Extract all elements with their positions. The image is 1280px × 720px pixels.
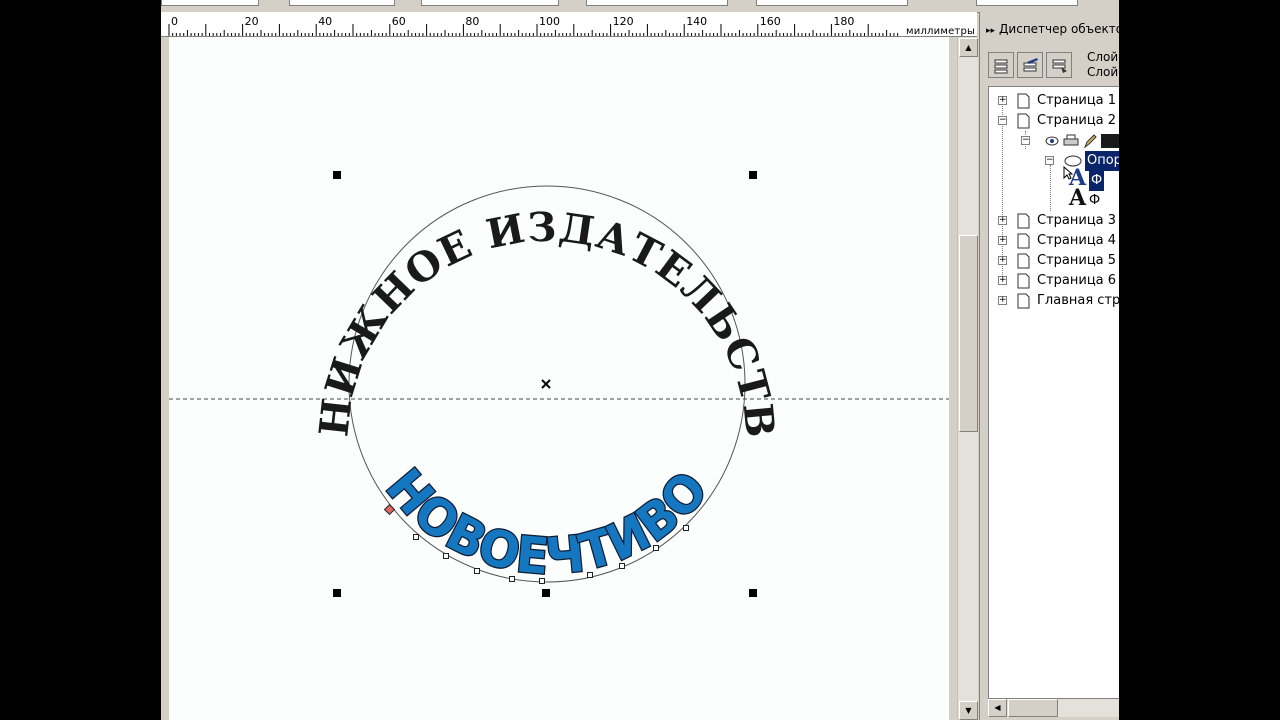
tree-node-label: Страница 4 — [1037, 233, 1117, 248]
expand-toggle[interactable]: + — [998, 256, 1007, 265]
page-icon — [1017, 113, 1030, 129]
page-icon — [1017, 93, 1030, 109]
artwork[interactable]: КНИЖНОЕ ИЗДАТЕЛЬСТВО НОВОЕЧТИВО — [169, 37, 949, 720]
selected-object-label: Опорн — [1085, 151, 1119, 171]
expand-toggle[interactable]: + — [998, 296, 1007, 305]
layer-manager-view-button[interactable] — [988, 52, 1014, 78]
text-node-marker[interactable] — [619, 563, 625, 569]
ruler-label: 40 — [318, 15, 332, 28]
expand-toggle[interactable]: + — [998, 96, 1007, 105]
scroll-down-button[interactable]: ▼ — [959, 701, 978, 720]
scroll-left-button[interactable]: ◀ — [988, 699, 1007, 717]
ruler-label: 20 — [245, 15, 259, 28]
printer-icon[interactable] — [1063, 134, 1079, 148]
property-field[interactable] — [976, 0, 1078, 6]
tree-node-label: Ф — [1089, 193, 1101, 208]
collapse-toggle[interactable]: − — [1045, 156, 1054, 165]
property-field[interactable] — [421, 0, 559, 6]
tree-node-layer[interactable]: − — [989, 131, 1119, 151]
property-field[interactable] — [161, 0, 259, 6]
collapse-toggle[interactable]: − — [1021, 136, 1030, 145]
vertical-scrollbar[interactable]: ▲ ▼ — [957, 37, 978, 720]
docker-title[interactable]: ▸▸ Диспетчер объектов — [986, 22, 1119, 36]
scroll-thumb[interactable] — [959, 235, 978, 432]
drawing-page[interactable]: КНИЖНОЕ ИЗДАТЕЛЬСТВО НОВОЕЧТИВО — [169, 37, 949, 720]
selection-handle[interactable] — [542, 589, 550, 597]
top-arc-text[interactable]: КНИЖНОЕ ИЗДАТЕЛЬСТВО — [169, 37, 784, 440]
selection-handle[interactable] — [749, 171, 757, 179]
expand-toggle[interactable]: + — [998, 276, 1007, 285]
docker-expand-icon[interactable]: ▸▸ — [986, 26, 995, 36]
property-field[interactable] — [289, 0, 395, 6]
scroll-up-button[interactable]: ▲ — [959, 38, 978, 57]
ruler-label: 0 — [171, 15, 178, 28]
object-properties-button[interactable] — [1046, 52, 1072, 78]
object-manager-docker: ▸▸ Диспетчер объектов Слой Слой + Страни… — [979, 12, 1119, 720]
expand-toggle[interactable]: + — [998, 236, 1007, 245]
layer-label: Слой — [1087, 50, 1119, 64]
object-properties-icon — [1052, 59, 1067, 73]
property-field[interactable] — [586, 0, 728, 6]
text-node-marker[interactable] — [653, 545, 659, 551]
text-node-marker[interactable] — [443, 553, 449, 559]
horizontal-ruler[interactable]: 0 20 40 60 80 100 120 140 160 180 миллиметры — [161, 12, 977, 37]
text-node-marker[interactable] — [474, 568, 480, 574]
ruler-label: 140 — [686, 15, 707, 28]
selection-handle[interactable] — [333, 171, 341, 179]
bottom-arc-text[interactable]: НОВОЕЧТИВО — [374, 457, 721, 588]
page-icon — [1017, 293, 1030, 309]
ruler-label: 100 — [539, 15, 560, 28]
tree-node-label: Страница 6 — [1037, 273, 1117, 288]
tree-node-label: Главная страница — [1037, 293, 1119, 308]
text-node-marker[interactable] — [683, 525, 689, 531]
tree-node-label: Страница 1 — [1037, 93, 1117, 108]
edit-across-layers-icon — [1023, 58, 1038, 72]
collapse-toggle[interactable]: − — [998, 116, 1007, 125]
rotation-center-icon[interactable] — [541, 379, 551, 389]
ruler-label: 120 — [613, 15, 634, 28]
ruler-label: 80 — [465, 15, 479, 28]
mouse-cursor-icon — [1063, 165, 1074, 180]
tree-horizontal-scrollbar[interactable]: ◀ — [988, 698, 1119, 717]
selection-handle[interactable] — [333, 589, 341, 597]
text-node-marker[interactable] — [509, 576, 515, 582]
drawing-canvas[interactable]: КНИЖНОЕ ИЗДАТЕЛЬСТВО НОВОЕЧТИВО — [161, 37, 956, 720]
selection-handle[interactable] — [749, 589, 757, 597]
visibility-eye-icon[interactable] — [1045, 136, 1059, 146]
ruler-units-label: миллиметры — [906, 26, 976, 37]
page-icon — [1017, 233, 1030, 249]
artistic-text-icon: A — [1069, 185, 1087, 211]
tree-node-label: Ф — [1089, 171, 1105, 191]
tree-node-label: Страница 3 — [1037, 213, 1117, 228]
ruler-label: 160 — [760, 15, 781, 28]
bottom-arc-textpath: НОВОЕЧТИВО — [374, 457, 721, 588]
layer-color-swatch[interactable] — [1101, 134, 1119, 148]
ruler-scale: 0 20 40 60 80 100 120 140 160 180 — [168, 15, 899, 36]
top-arc-textpath: КНИЖНОЕ ИЗДАТЕЛЬСТВО — [169, 37, 783, 440]
text-node-marker[interactable] — [539, 578, 545, 584]
ruler-label: 180 — [833, 15, 854, 28]
expand-toggle[interactable]: + — [998, 216, 1007, 225]
docker-title-label: Диспетчер объектов — [999, 22, 1119, 36]
text-node-marker[interactable] — [587, 572, 593, 578]
ruler-label: 60 — [392, 15, 406, 28]
page-icon — [1017, 213, 1030, 229]
layer-labels: Слой Слой — [1087, 50, 1118, 80]
text-node-marker[interactable] — [413, 534, 419, 540]
coreldraw-window: 0 20 40 60 80 100 120 140 160 180 миллиметры КНИЖ… — [161, 0, 1119, 720]
page-icon — [1017, 273, 1030, 289]
scroll-thumb[interactable] — [1008, 699, 1058, 717]
tree-node-label: Страница 2 — [1037, 113, 1117, 128]
edit-across-layers-button[interactable] — [1017, 52, 1043, 78]
layer-label: Слой — [1087, 65, 1119, 79]
layer-manager-view-icon — [994, 59, 1008, 74]
tree-node-label: Страница 5 — [1037, 253, 1117, 268]
property-field[interactable] — [756, 0, 908, 6]
pencil-edit-icon[interactable] — [1083, 133, 1097, 149]
page-icon — [1017, 253, 1030, 269]
object-tree[interactable]: + Страница 1 − Страница 2 − − Опорн — [988, 86, 1119, 700]
